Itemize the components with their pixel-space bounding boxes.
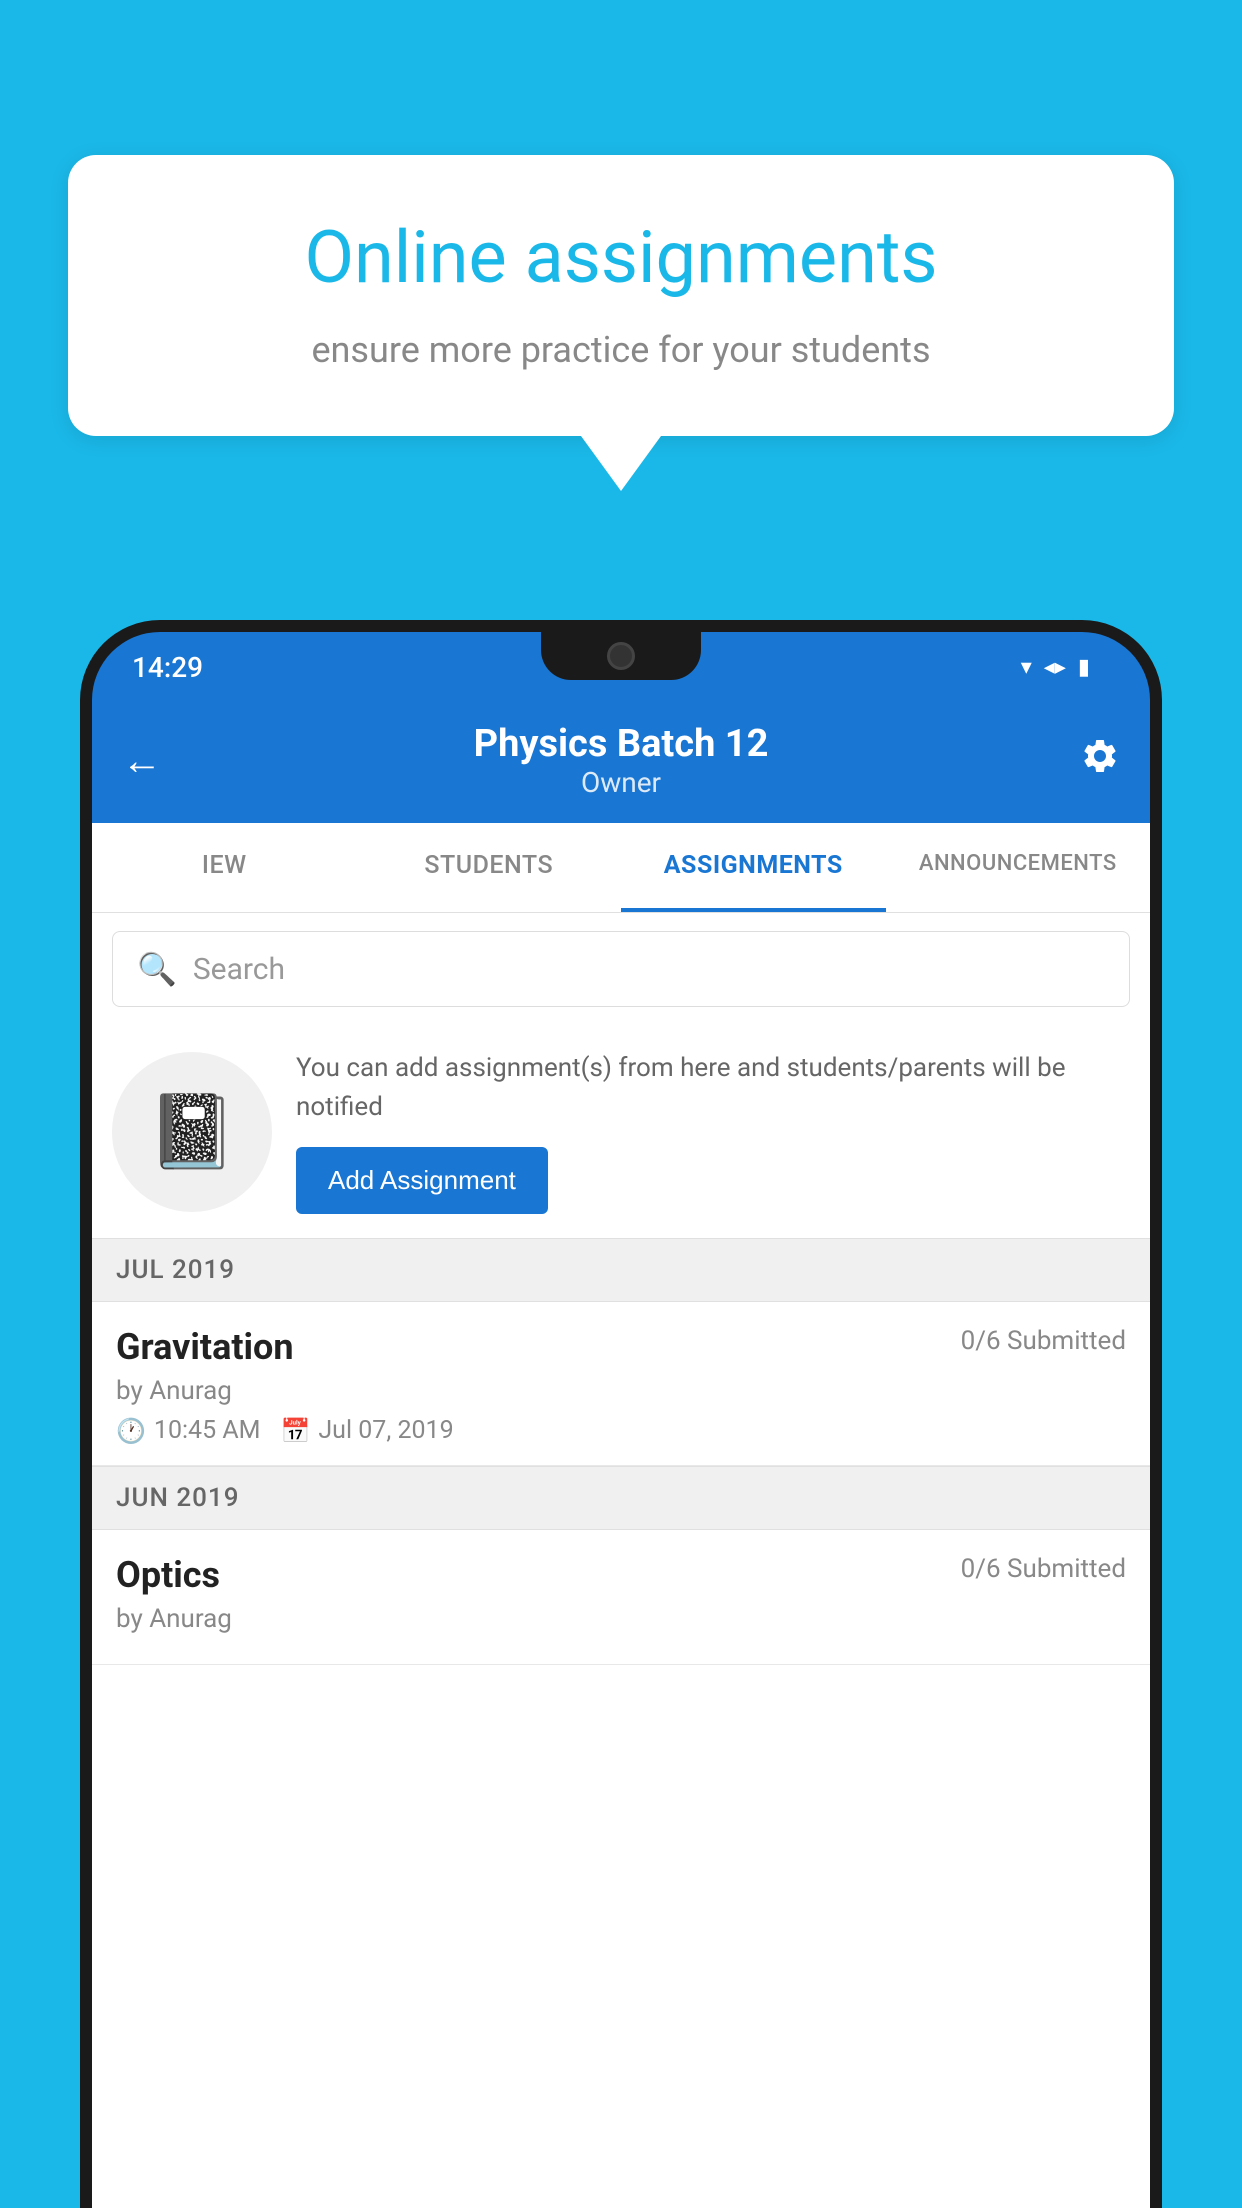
screen-content: 🔍 Search 📓 You can add assignment(s) fro…	[92, 913, 1150, 2208]
section-header-jul-text: JUL 2019	[116, 1255, 235, 1285]
assignment-item-optics[interactable]: Optics 0/6 Submitted by Anurag	[92, 1530, 1150, 1665]
status-icons: ▾ ◂▸ ▮	[1021, 655, 1090, 680]
assignment-name-optics: Optics	[116, 1554, 220, 1596]
phone-frame: 14:29 ▾ ◂▸ ▮ ← Physics Batch 12 Owner IE…	[80, 620, 1162, 2208]
assignment-submitted-gravitation: 0/6 Submitted	[961, 1326, 1126, 1356]
assignment-name-gravitation: Gravitation	[116, 1326, 294, 1368]
settings-button[interactable]	[1080, 736, 1120, 786]
promo-section: 📓 You can add assignment(s) from here an…	[92, 1025, 1150, 1238]
status-time: 14:29	[132, 651, 203, 684]
assignment-time: 10:45 AM	[154, 1416, 261, 1445]
assignment-row-top: Gravitation 0/6 Submitted	[116, 1326, 1126, 1368]
speech-bubble: Online assignments ensure more practice …	[68, 155, 1174, 436]
tab-assignments[interactable]: ASSIGNMENTS	[621, 823, 886, 912]
assignment-by-gravitation: by Anurag	[116, 1376, 1126, 1406]
section-header-jun-text: JUN 2019	[116, 1483, 239, 1513]
battery-icon: ▮	[1078, 655, 1090, 680]
search-container: 🔍 Search	[92, 913, 1150, 1025]
tabs-container: IEW STUDENTS ASSIGNMENTS ANNOUNCEMENTS	[92, 823, 1150, 913]
assignment-date: Jul 07, 2019	[318, 1416, 453, 1445]
header-title-block: Physics Batch 12 Owner	[474, 722, 769, 799]
add-assignment-button[interactable]: Add Assignment	[296, 1147, 548, 1214]
section-header-jul: JUL 2019	[92, 1238, 1150, 1302]
promo-icon-circle: 📓	[112, 1052, 272, 1212]
assignment-by-optics: by Anurag	[116, 1604, 1126, 1634]
speech-bubble-container: Online assignments ensure more practice …	[68, 155, 1174, 491]
search-placeholder: Search	[193, 952, 285, 987]
clock-icon: 🕐	[116, 1417, 146, 1445]
calendar-icon: 📅	[280, 1417, 310, 1445]
tab-students[interactable]: STUDENTS	[357, 823, 622, 912]
phone-notch	[541, 632, 701, 680]
assignment-item-gravitation[interactable]: Gravitation 0/6 Submitted by Anurag 🕐 10…	[92, 1302, 1150, 1466]
tab-iew[interactable]: IEW	[92, 823, 357, 912]
speech-bubble-subtitle: ensure more practice for your students	[138, 325, 1104, 375]
promo-text-block: You can add assignment(s) from here and …	[296, 1049, 1130, 1214]
section-header-jun: JUN 2019	[92, 1466, 1150, 1530]
search-bar[interactable]: 🔍 Search	[112, 931, 1130, 1007]
meta-time: 🕐 10:45 AM	[116, 1416, 260, 1445]
tab-announcements[interactable]: ANNOUNCEMENTS	[886, 823, 1151, 912]
phone-inner: 14:29 ▾ ◂▸ ▮ ← Physics Batch 12 Owner IE…	[92, 632, 1150, 2208]
search-icon: 🔍	[137, 950, 177, 988]
batch-subtitle: Owner	[474, 766, 769, 799]
batch-title: Physics Batch 12	[474, 722, 769, 766]
assignment-meta-gravitation: 🕐 10:45 AM 📅 Jul 07, 2019	[116, 1416, 1126, 1445]
notebook-icon: 📓	[147, 1089, 237, 1174]
speech-bubble-tail	[581, 436, 661, 491]
front-camera	[607, 642, 635, 670]
assignment-row-top-optics: Optics 0/6 Submitted	[116, 1554, 1126, 1596]
back-button[interactable]: ←	[122, 737, 162, 784]
assignment-submitted-optics: 0/6 Submitted	[961, 1554, 1126, 1584]
app-header: ← Physics Batch 12 Owner	[92, 702, 1150, 823]
signal-icon: ◂▸	[1044, 655, 1066, 680]
promo-description: You can add assignment(s) from here and …	[296, 1049, 1130, 1127]
wifi-icon: ▾	[1021, 655, 1032, 680]
speech-bubble-title: Online assignments	[138, 215, 1104, 301]
meta-date: 📅 Jul 07, 2019	[280, 1416, 453, 1445]
